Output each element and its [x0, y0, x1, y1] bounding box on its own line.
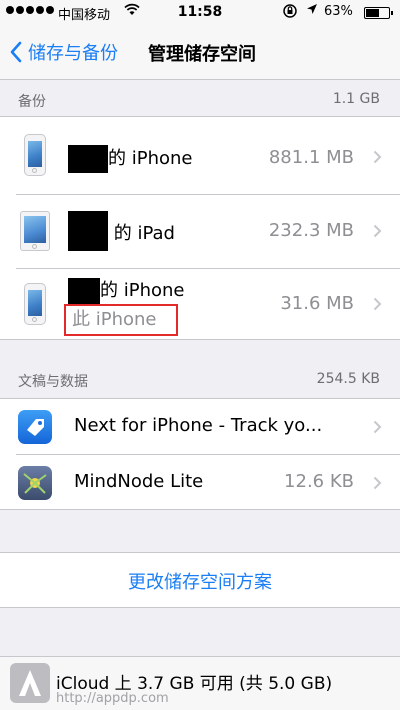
iphone-icon [24, 283, 46, 325]
documents-section-header: 文稿与数据 254.5 KB [0, 362, 400, 396]
device-name: 的 iPad [68, 211, 175, 251]
back-button[interactable]: 储存与备份 [10, 36, 118, 68]
backup-row-this-iphone[interactable]: 的 iPhone 31.6 MB [0, 269, 400, 341]
backups-list: 的 iPhone 881.1 MB 的 iPad 232.3 MB 的 iPho… [0, 116, 400, 340]
storage-footer: iCloud 上 3.7 GB 可用 (共 5.0 GB) http://app… [0, 656, 400, 710]
app-data-size: 12.6 KB [284, 471, 354, 492]
documents-header-label: 文稿与数据 [18, 374, 88, 390]
chevron-right-icon [373, 476, 382, 490]
status-bar: 中国移动 11:58 63% [0, 0, 400, 26]
next-app-icon [18, 410, 52, 444]
redacted-owner [68, 211, 108, 251]
battery-icon [364, 7, 393, 19]
watermark-url: http://appdp.com [56, 691, 169, 706]
location-icon [306, 3, 318, 19]
mindnode-app-icon [18, 466, 52, 500]
chevron-right-icon [373, 224, 382, 238]
watermark-logo [10, 663, 50, 703]
chevron-right-icon [373, 420, 382, 434]
backup-size: 232.3 MB [268, 220, 354, 241]
documents-total-size: 254.5 KB [316, 371, 380, 387]
change-storage-plan-button[interactable]: 更改储存空间方案 [0, 568, 400, 594]
back-label: 储存与备份 [28, 43, 118, 64]
redacted-owner [68, 145, 108, 173]
backup-size: 881.1 MB [268, 147, 354, 168]
chevron-right-icon [373, 297, 382, 311]
app-row-mindnode[interactable]: MindNode Lite 12.6 KB [0, 455, 400, 511]
backups-header-label: 备份 [18, 94, 46, 110]
chevron-right-icon [373, 150, 382, 164]
battery-percent: 63% [324, 4, 353, 19]
redacted-owner [68, 278, 100, 304]
ipad-icon [20, 211, 50, 251]
device-name: 的 iPhone [68, 276, 184, 304]
change-plan-group: 更改储存空间方案 [0, 552, 400, 608]
backups-total-size: 1.1 GB [332, 91, 380, 107]
app-name: MindNode Lite [74, 471, 204, 492]
backups-section-header: 备份 1.1 GB [0, 82, 400, 116]
this-iphone-label: 此 iPhone [64, 304, 178, 336]
rotation-lock-icon [282, 3, 298, 23]
backup-size: 31.6 MB [280, 293, 354, 314]
backup-row-iphone-1[interactable]: 的 iPhone 881.1 MB [0, 117, 400, 195]
iphone-icon [24, 134, 46, 176]
backup-row-ipad[interactable]: 的 iPad 232.3 MB [0, 195, 400, 269]
navigation-bar: 储存与备份 管理储存空间 [0, 26, 400, 80]
app-name: Next for iPhone - Track yo... [74, 415, 323, 436]
chevron-left-icon [10, 41, 22, 63]
app-row-next[interactable]: Next for iPhone - Track yo... [0, 399, 400, 455]
page-title: 管理储存空间 [148, 44, 256, 65]
documents-list: Next for iPhone - Track yo... MindNode L… [0, 398, 400, 510]
device-name: 的 iPhone [68, 144, 192, 173]
